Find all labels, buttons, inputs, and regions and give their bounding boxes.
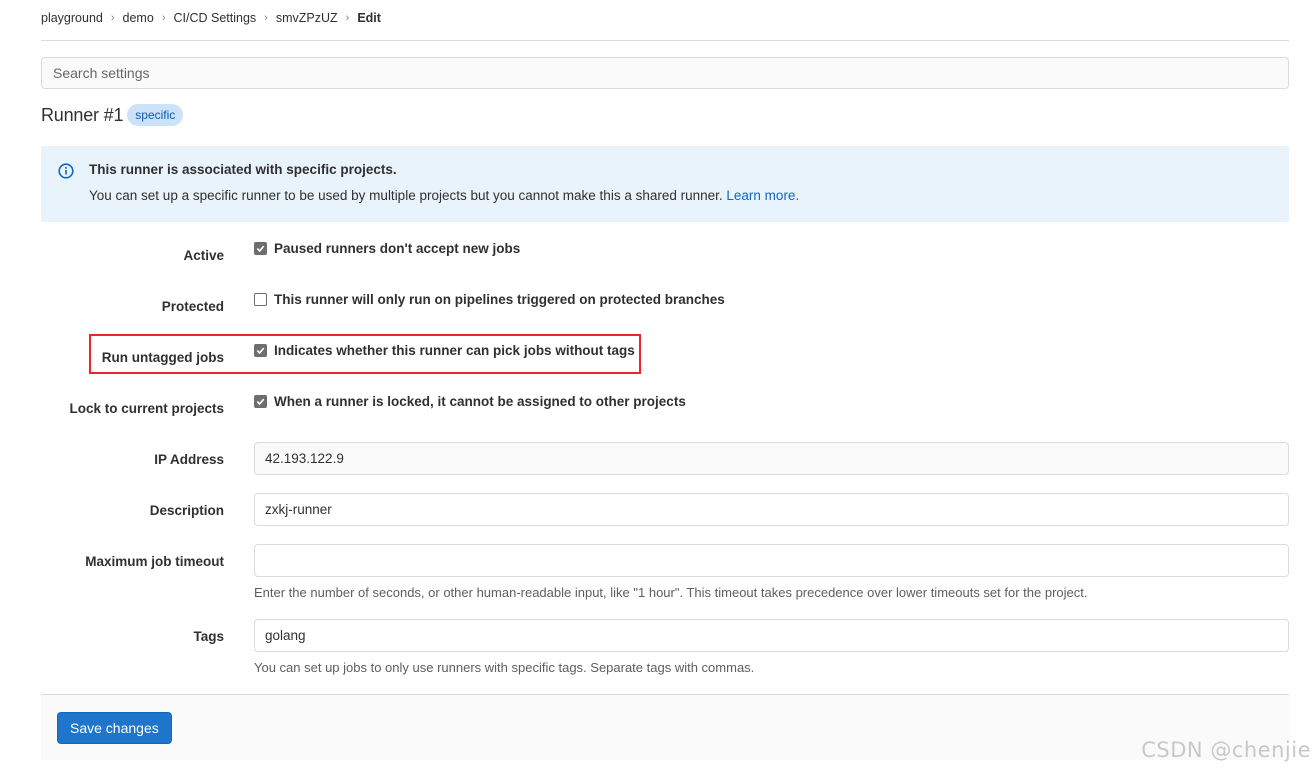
alert-body-text: You can set up a specific runner to be u… <box>89 188 723 203</box>
breadcrumb-item-cicd-settings[interactable]: CI/CD Settings <box>173 11 256 25</box>
max-timeout-label: Maximum job timeout <box>85 554 224 569</box>
checkmark-icon <box>256 398 265 406</box>
lock-checkbox-label: When a runner is locked, it cannot be as… <box>274 394 686 409</box>
form-actions: Save changes <box>41 694 1289 760</box>
runner-header: Runner #1 specific <box>41 104 184 126</box>
breadcrumb: playground › demo › CI/CD Settings › smv… <box>41 9 381 27</box>
alert-title: This runner is associated with specific … <box>89 162 397 177</box>
run-untagged-checkbox[interactable] <box>254 344 267 357</box>
lock-checkbox-row[interactable]: When a runner is locked, it cannot be as… <box>254 394 686 409</box>
breadcrumb-item-runner-token[interactable]: smvZPzUZ <box>276 11 338 25</box>
run-untagged-label: Run untagged jobs <box>101 350 224 365</box>
checkmark-icon <box>256 347 265 355</box>
run-untagged-checkbox-row[interactable]: Indicates whether this runner can pick j… <box>254 343 635 358</box>
chevron-right-icon: › <box>345 12 350 24</box>
page-title: Runner #1 <box>41 104 124 125</box>
breadcrumb-item-playground[interactable]: playground <box>41 11 103 25</box>
active-checkbox-label: Paused runners don't accept new jobs <box>274 241 521 256</box>
tags-label: Tags <box>193 629 224 644</box>
search-settings-input[interactable] <box>41 57 1289 89</box>
active-label: Active <box>183 248 224 263</box>
breadcrumb-item-demo[interactable]: demo <box>123 11 154 25</box>
protected-checkbox-row[interactable]: This runner will only run on pipelines t… <box>254 292 725 307</box>
protected-label: Protected <box>161 299 224 314</box>
active-checkbox-row[interactable]: Paused runners don't accept new jobs <box>254 241 520 256</box>
run-untagged-checkbox-label: Indicates whether this runner can pick j… <box>274 343 635 358</box>
watermark: CSDN @chenjie <box>1141 738 1311 762</box>
lock-checkbox[interactable] <box>254 395 267 408</box>
max-timeout-field[interactable] <box>254 544 1289 577</box>
protected-checkbox[interactable] <box>254 293 267 306</box>
learn-more-link[interactable]: Learn more. <box>726 188 799 203</box>
checkmark-icon <box>256 245 265 253</box>
info-icon <box>58 163 74 179</box>
chevron-right-icon: › <box>264 12 268 24</box>
info-alert: This runner is associated with specific … <box>41 146 1289 222</box>
active-checkbox[interactable] <box>254 242 267 255</box>
ip-address-label: IP Address <box>154 452 224 467</box>
description-label: Description <box>149 503 224 518</box>
save-changes-button[interactable]: Save changes <box>57 712 172 744</box>
runner-type-badge: specific <box>127 104 184 126</box>
breadcrumb-item-edit: Edit <box>357 11 381 25</box>
ip-address-field[interactable] <box>254 442 1289 475</box>
tags-field[interactable] <box>254 619 1289 652</box>
chevron-right-icon: › <box>161 12 166 24</box>
protected-checkbox-label: This runner will only run on pipelines t… <box>274 292 725 307</box>
header-divider <box>41 40 1289 41</box>
description-field[interactable] <box>254 493 1289 526</box>
tags-help: You can set up jobs to only use runners … <box>254 660 755 675</box>
alert-body: You can set up a specific runner to be u… <box>89 188 799 203</box>
chevron-right-icon: › <box>110 12 115 24</box>
max-timeout-help: Enter the number of seconds, or other hu… <box>254 585 1088 600</box>
lock-label: Lock to current projects <box>69 401 224 416</box>
